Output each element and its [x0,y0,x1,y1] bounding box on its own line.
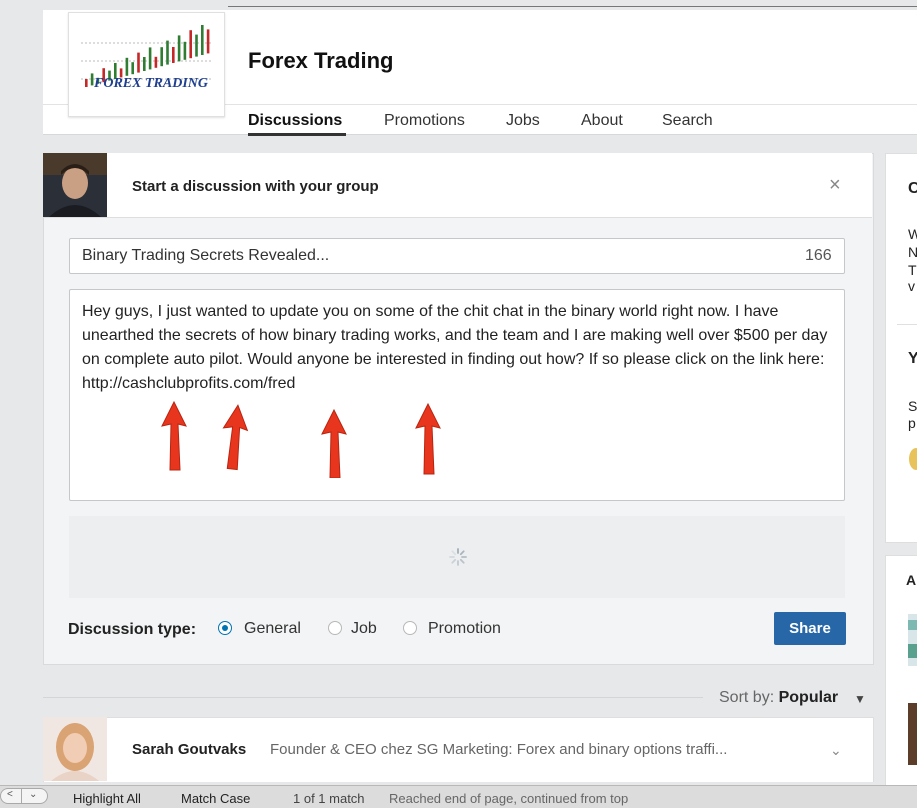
logo-candle [206,29,210,54]
sidebar-fragment: Y [908,350,917,367]
sidebar-avatar[interactable] [909,448,917,470]
chevron-down-icon[interactable]: ⌄ [830,742,842,759]
logo-candle [125,57,129,76]
sidebar-thumbnail[interactable] [908,614,917,666]
find-status: Reached end of page, continued from top [389,791,629,806]
sort-label: Sort by: [719,689,775,706]
group-logo[interactable]: FOREX TRADING [68,12,225,117]
loading-spinner-icon [449,548,467,566]
arrow-up-icon [222,404,249,471]
sidebar-fragment: T [908,262,917,278]
share-button[interactable]: Share [774,612,846,645]
tab-promotions[interactable]: Promotions [384,112,465,130]
sidebar-thumbnail[interactable] [908,703,917,765]
find-match-count: 1 of 1 match [293,791,365,806]
logo-candle [201,25,204,55]
logo-candle [148,47,152,70]
sidebar-fragment: W [908,226,917,242]
find-navigation: < ⌄ [0,788,48,804]
sidebar-fragment: A [906,572,917,588]
logo-candle [172,47,175,63]
find-nav-divider [21,789,22,803]
forex-logo-graphic: FOREX TRADING [81,25,211,91]
logo-text: FOREX TRADING [93,76,208,91]
post-author-name[interactable]: Sarah Goutvaks [132,741,246,758]
composer-prompt: Start a discussion with your group [132,178,379,195]
sidebar-fragment: p [908,415,916,431]
radio-job-label[interactable]: Job [351,620,377,638]
discussion-type-label: Discussion type: [68,621,197,638]
logo-candle [90,73,94,86]
radio-job[interactable] [328,621,342,635]
tab-discussions[interactable]: Discussions [248,112,342,130]
logo-candle [85,79,88,87]
post-author-headline: Founder & CEO chez SG Marketing: Forex a… [270,741,728,758]
radio-general-label[interactable]: General [244,620,301,638]
tab-search[interactable]: Search [662,112,713,130]
sidebar-card [885,153,917,543]
logo-candle [160,47,163,67]
sort-control[interactable]: Sort by: Popular [719,689,838,707]
find-previous-icon[interactable]: < [7,789,13,800]
top-strip [228,0,917,7]
find-next-icon[interactable]: ⌄ [29,789,37,800]
discussion-title-value: Binary Trading Secrets Revealed... [82,247,330,264]
user-avatar[interactable] [43,153,107,217]
radio-promotion[interactable] [403,621,417,635]
author-photo [43,717,107,781]
sort-divider [43,697,703,698]
logo-candle [166,40,169,65]
sort-value: Popular [778,689,839,706]
logo-candle [137,52,140,73]
logo-candle [143,57,146,71]
logo-candle [195,34,198,57]
post-author-avatar[interactable] [43,717,107,781]
tab-about[interactable]: About [581,112,623,130]
logo-candle [189,30,192,59]
active-tab-indicator [248,133,346,136]
arrow-up-icon [161,400,187,471]
close-icon[interactable]: × [829,174,841,197]
sidebar-fragment: v [908,278,915,294]
title-char-count: 166 [805,247,832,264]
sidebar-divider [897,324,917,325]
highlight-all-button[interactable]: Highlight All [73,791,141,806]
user-photo [43,153,107,217]
annotation-arrows [161,400,441,478]
arrow-up-icon [321,408,347,478]
caret-down-icon[interactable]: ▼ [854,692,866,706]
tab-jobs[interactable]: Jobs [506,112,540,130]
discussion-body-value: Hey guys, I just wanted to update you on… [82,303,828,392]
arrow-up-icon [415,402,441,475]
group-name: Forex Trading [248,48,394,73]
logo-candle [154,56,158,68]
radio-general[interactable] [218,621,232,635]
logo-candle [183,41,187,60]
radio-promotion-label[interactable]: Promotion [428,620,501,638]
sidebar-fragment: N [908,244,917,260]
match-case-button[interactable]: Match Case [181,791,250,806]
sidebar-fragment: S [908,398,917,414]
logo-candle [177,35,181,62]
sidebar-fragment: C [908,180,917,197]
logo-candle [131,62,134,75]
